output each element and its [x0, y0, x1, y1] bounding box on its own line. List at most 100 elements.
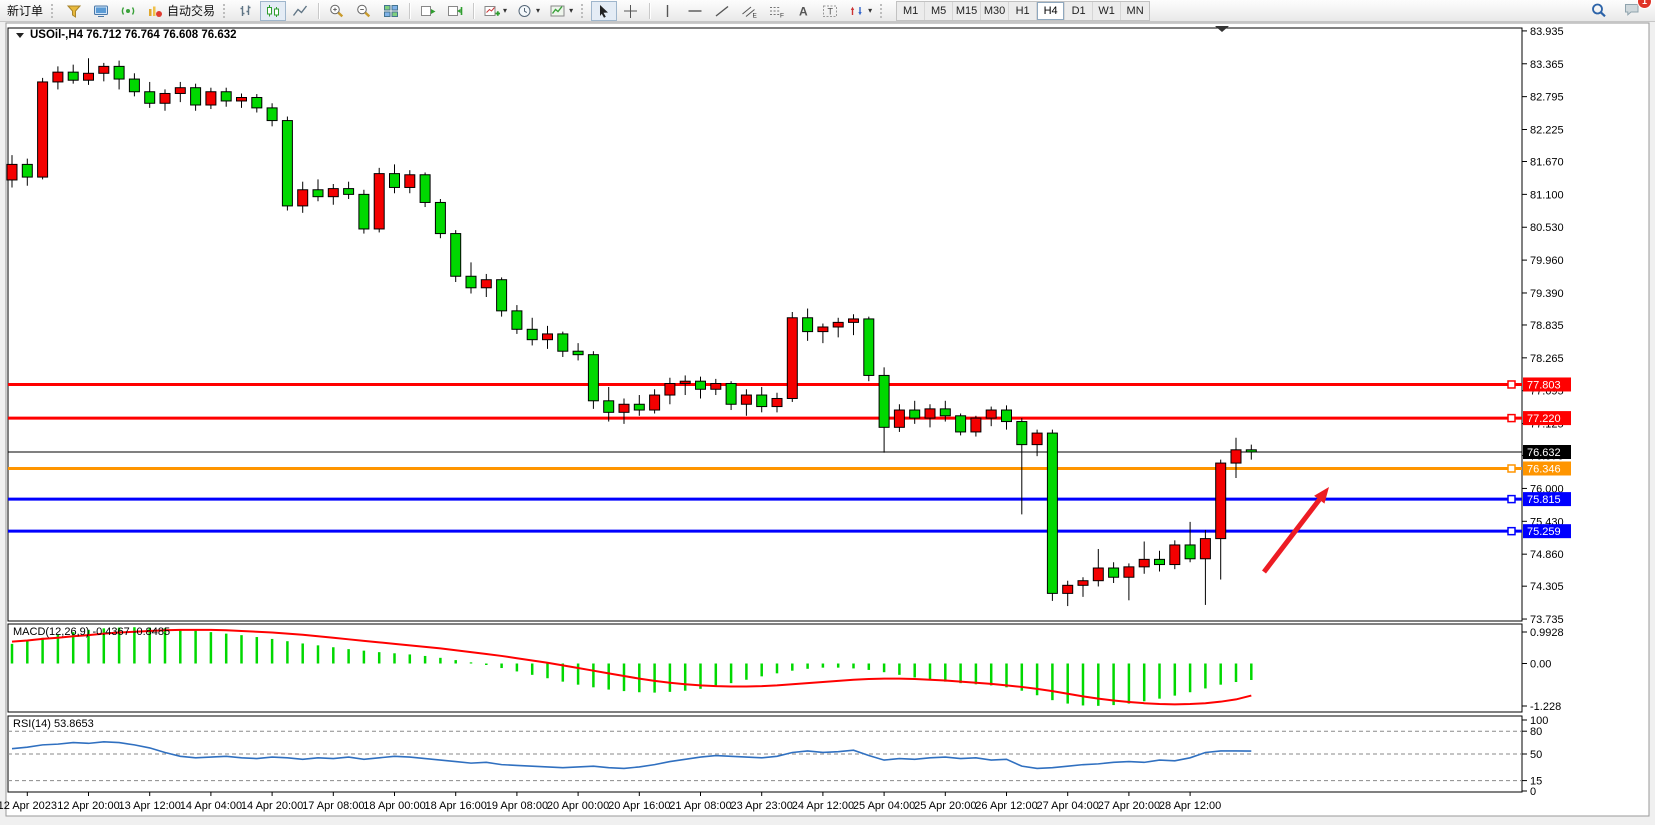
svg-text:82.225: 82.225 — [1530, 125, 1564, 137]
chart-shift-button[interactable] — [442, 1, 468, 21]
text-label-button[interactable]: T — [817, 1, 843, 21]
terminal-button[interactable] — [88, 1, 114, 21]
svg-text:81.100: 81.100 — [1530, 189, 1564, 201]
svg-text:23 Apr 23:00: 23 Apr 23:00 — [731, 800, 793, 812]
svg-text:79.390: 79.390 — [1530, 288, 1564, 300]
svg-text:0.00: 0.00 — [1530, 659, 1551, 671]
svg-text:F: F — [780, 12, 784, 19]
tab-timeframe-M15[interactable]: M15 — [953, 2, 981, 20]
fibonacci-button[interactable]: F — [763, 1, 789, 21]
svg-text:0: 0 — [1530, 786, 1536, 798]
equidistant-channel-button[interactable]: E — [736, 1, 762, 21]
svg-text:14 Apr 20:00: 14 Apr 20:00 — [241, 800, 303, 812]
tab-timeframe-M30[interactable]: M30 — [981, 2, 1009, 20]
tile-windows-button[interactable] — [378, 1, 404, 21]
svg-text:75.815: 75.815 — [1527, 494, 1561, 506]
search-button[interactable] — [1586, 1, 1613, 21]
zoom-in-icon — [328, 3, 346, 19]
auto-trade-button[interactable]: 自动交易 — [142, 1, 219, 21]
svg-text:80: 80 — [1530, 726, 1542, 738]
toolbar-separator — [473, 3, 474, 19]
toolbar-grip — [880, 4, 885, 18]
candlestick-chart-button[interactable] — [260, 1, 286, 21]
toolbar-separator — [409, 3, 410, 19]
auto-scroll-button[interactable] — [415, 1, 441, 21]
horizontal-line-button[interactable] — [682, 1, 708, 21]
text-label-icon: T — [821, 3, 839, 19]
svg-text:18 Apr 00:00: 18 Apr 00:00 — [363, 800, 425, 812]
signal-button[interactable] — [115, 1, 141, 21]
chart-area[interactable]: 83.93583.36582.79582.22581.67081.10080.5… — [0, 22, 1655, 825]
vertical-line-button[interactable] — [655, 1, 681, 21]
cursor-icon — [595, 3, 613, 19]
add-indicator-icon — [483, 3, 501, 19]
svg-text:26 Apr 12:00: 26 Apr 12:00 — [975, 800, 1037, 812]
templates-button[interactable] — [545, 1, 577, 21]
auto-trade-label: 自动交易 — [167, 2, 215, 19]
svg-text:20 Apr 00:00: 20 Apr 00:00 — [547, 800, 609, 812]
template-icon — [549, 3, 567, 19]
cursor-button[interactable] — [591, 1, 617, 21]
terminal-icon — [92, 3, 110, 19]
periods-button[interactable] — [512, 1, 544, 21]
indicators-button[interactable] — [479, 1, 511, 21]
fibonacci-icon: F — [767, 3, 785, 19]
svg-text:81.670: 81.670 — [1530, 157, 1564, 169]
tab-timeframe-H1[interactable]: H1 — [1009, 2, 1037, 20]
new-order-button[interactable]: 新订单 — [3, 1, 47, 21]
auto-trade-icon — [146, 3, 164, 19]
new-order-label: 新订单 — [7, 2, 43, 19]
svg-text:79.960: 79.960 — [1530, 255, 1564, 267]
tab-timeframe-M5[interactable]: M5 — [925, 2, 953, 20]
tab-timeframe-W1[interactable]: W1 — [1093, 2, 1121, 20]
tab-timeframe-M1[interactable]: M1 — [897, 2, 925, 20]
text-icon: A — [794, 3, 812, 19]
crosshair-icon — [622, 3, 640, 19]
tab-timeframe-MN[interactable]: MN — [1121, 2, 1149, 20]
bar-chart-button[interactable] — [233, 1, 259, 21]
svg-text:73.735: 73.735 — [1530, 614, 1564, 626]
tile-windows-icon — [382, 3, 400, 19]
chart-shift-icon — [446, 3, 464, 19]
arrows-shapes-button[interactable] — [844, 1, 876, 21]
svg-text:76.346: 76.346 — [1527, 463, 1561, 475]
tab-timeframe-D1[interactable]: D1 — [1065, 2, 1093, 20]
svg-text:24 Apr 12:00: 24 Apr 12:00 — [792, 800, 854, 812]
svg-text:76.632: 76.632 — [1527, 447, 1561, 459]
svg-text:25 Apr 04:00: 25 Apr 04:00 — [853, 800, 915, 812]
arrows-shapes-icon — [848, 3, 866, 19]
crosshair-button[interactable] — [618, 1, 644, 21]
svg-text:77.803: 77.803 — [1527, 379, 1561, 391]
zoom-out-icon — [355, 3, 373, 19]
svg-text:T: T — [828, 6, 834, 16]
zoom-in-button[interactable] — [324, 1, 350, 21]
gold-funnel-button[interactable] — [61, 1, 87, 21]
svg-text:83.365: 83.365 — [1530, 59, 1564, 71]
toolbar-grip — [223, 4, 228, 18]
toolbar-grip — [581, 4, 586, 18]
svg-text:13 Apr 12:00: 13 Apr 12:00 — [119, 800, 181, 812]
svg-text:12 Apr 20:00: 12 Apr 20:00 — [57, 800, 119, 812]
svg-text:20 Apr 16:00: 20 Apr 16:00 — [608, 800, 670, 812]
svg-text:82.795: 82.795 — [1530, 92, 1564, 104]
svg-text:21 Apr 08:00: 21 Apr 08:00 — [669, 800, 731, 812]
line-chart-icon — [291, 3, 309, 19]
channel-icon: E — [740, 3, 758, 19]
signal-icon — [119, 3, 137, 19]
svg-text:28 Apr 12:00: 28 Apr 12:00 — [1159, 800, 1221, 812]
notification-badge: 1 — [1637, 0, 1652, 9]
svg-text:25 Apr 20:00: 25 Apr 20:00 — [914, 800, 976, 812]
clock-icon — [516, 3, 534, 19]
svg-text:19 Apr 08:00: 19 Apr 08:00 — [486, 800, 548, 812]
svg-text:27 Apr 20:00: 27 Apr 20:00 — [1098, 800, 1160, 812]
line-chart-button[interactable] — [287, 1, 313, 21]
svg-text:83.935: 83.935 — [1530, 26, 1564, 38]
tab-timeframe-H4[interactable]: H4 — [1037, 2, 1065, 20]
trendline-button[interactable] — [709, 1, 735, 21]
horizontal-line-icon — [686, 3, 704, 19]
search-icon — [1590, 2, 1609, 19]
zoom-out-button[interactable] — [351, 1, 377, 21]
text-button[interactable]: A — [790, 1, 816, 21]
svg-text:14 Apr 04:00: 14 Apr 04:00 — [180, 800, 242, 812]
toolbar-grip — [51, 4, 56, 18]
